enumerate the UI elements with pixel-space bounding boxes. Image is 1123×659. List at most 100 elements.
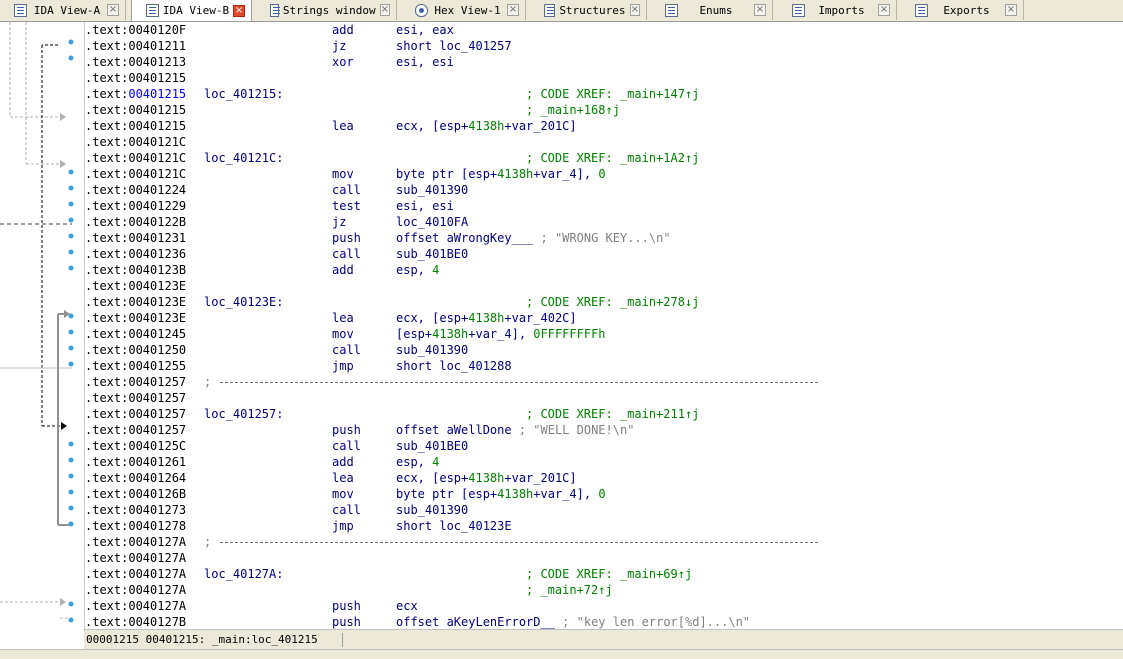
- operands[interactable]: ecx, [esp+4138h+var_201C]: [396, 118, 577, 134]
- operands[interactable]: byte ptr [esp+4138h+var_4], 0: [396, 486, 606, 502]
- listing-line[interactable]: .text:0040127A;: [85, 534, 818, 550]
- operands[interactable]: short loc_401288: [396, 358, 512, 374]
- close-icon[interactable]: ×: [107, 4, 119, 16]
- listing-line[interactable]: .text:00401245 mov [esp+4138h+var_4], 0FFF…: [85, 326, 606, 342]
- xref-comment[interactable]: ; CODE XREF: _main+69↑j: [526, 566, 692, 582]
- operands[interactable]: offset aWrongKey___ ; "WRONG KEY...\n": [396, 230, 671, 246]
- operands[interactable]: ecx, [esp+4138h+var_402C]: [396, 310, 577, 326]
- xref-comment[interactable]: ; CODE XREF: _main+1A2↑j: [526, 150, 699, 166]
- operands[interactable]: short loc_401257: [396, 38, 512, 54]
- listing-line[interactable]: .text:00401257 loc_401257: ; CODE XREF: _m…: [85, 406, 699, 422]
- code-label[interactable]: loc_401215:: [204, 86, 283, 102]
- listing-line[interactable]: .text:00401257;: [85, 374, 818, 390]
- tab-imports[interactable]: Imports ×: [778, 0, 897, 20]
- operands[interactable]: sub_401BE0: [396, 438, 468, 454]
- listing-line[interactable]: .text:00401211 jz short loc_401257: [85, 38, 512, 54]
- operands[interactable]: esp, 4: [396, 454, 439, 470]
- operands[interactable]: esi, eax: [396, 22, 454, 38]
- code-label[interactable]: loc_40127A:: [204, 566, 283, 582]
- operand-text: byte ptr [esp+: [396, 167, 498, 181]
- close-icon[interactable]: ×: [754, 4, 766, 16]
- operands[interactable]: ecx, [esp+4138h+var_201C]: [396, 470, 577, 486]
- operands[interactable]: esi, esi: [396, 198, 454, 214]
- listing-line[interactable]: .text:0040123E: [85, 278, 186, 294]
- listing-line[interactable]: .text:00401250 call sub_401390: [85, 342, 468, 358]
- address: .text:0040126B: [85, 487, 187, 501]
- listing-line[interactable]: .text:00401224 call sub_401390: [85, 182, 468, 198]
- operands[interactable]: sub_401BE0: [396, 246, 468, 262]
- code-label[interactable]: loc_401257:: [204, 406, 283, 422]
- operand-text: [esp+: [396, 327, 433, 341]
- close-icon[interactable]: ×: [878, 4, 890, 16]
- listing-line[interactable]: .text:00401215 loc_401215: ; CODE XREF: _m…: [85, 86, 699, 102]
- tab-ida-view-b[interactable]: IDA View-B ×: [131, 0, 252, 21]
- listing-line[interactable]: .text:0040123E loc_40123E: ; CODE XREF: _m…: [85, 294, 699, 310]
- listing-line[interactable]: .text:00401215: [85, 70, 186, 86]
- xref-comment[interactable]: ; CODE XREF: _main+211↑j: [526, 406, 699, 422]
- listing-line[interactable]: .text:00401278 jmp short loc_40123E: [85, 518, 512, 534]
- listing-line[interactable]: .text:0040123E lea ecx, [esp+4138h+var_402…: [85, 310, 577, 326]
- operands[interactable]: offset aWellDone ; "WELL DONE!\n": [396, 422, 634, 438]
- listing-line[interactable]: .text:0040127A loc_40127A: ; CODE XREF: _m…: [85, 566, 692, 582]
- listing-line[interactable]: .text:00401255 jmp short loc_401288: [85, 358, 512, 374]
- tab-label: IDA View-B: [162, 4, 230, 17]
- listing-line[interactable]: .text:0040121C: [85, 134, 186, 150]
- listing-line[interactable]: .text:00401213 xor esi, esi: [85, 54, 454, 70]
- xref-comment[interactable]: ; _main+168↑j: [526, 102, 620, 118]
- xref-comment[interactable]: ; CODE XREF: _main+147↑j: [526, 86, 699, 102]
- operands[interactable]: ecx: [396, 598, 418, 614]
- code-label[interactable]: loc_40121C:: [204, 150, 283, 166]
- close-icon[interactable]: ×: [233, 4, 245, 17]
- xref-comment[interactable]: ; _main+72↑j: [526, 582, 613, 598]
- listing-line[interactable]: .text:00401231 push offset aWrongKey___ ; …: [85, 230, 671, 246]
- tab-exports[interactable]: Exports ×: [901, 0, 1024, 20]
- listing-line[interactable]: .text:0040121C loc_40121C: ; CODE XREF: _m…: [85, 150, 699, 166]
- tab-structures[interactable]: Structures ×: [530, 0, 647, 20]
- disassembly-listing[interactable]: .text:0040120F add esi, eax .text:00401211 j…: [85, 22, 1123, 629]
- tab-strings-window[interactable]: Strings window ×: [256, 0, 397, 20]
- listing-line[interactable]: .text:00401236 call sub_401BE0: [85, 246, 468, 262]
- operands[interactable]: offset aKeyLenErrorD__ ; "key len error[…: [396, 614, 750, 629]
- operands[interactable]: loc_4010FA: [396, 214, 468, 230]
- listing-line[interactable]: .text:0040127A push ecx: [85, 598, 418, 614]
- operands[interactable]: esp, 4: [396, 262, 439, 278]
- listing-line[interactable]: .text:00401273 call sub_401390: [85, 502, 468, 518]
- listing-line[interactable]: .text:0040120F add esi, eax: [85, 22, 454, 38]
- operands[interactable]: byte ptr [esp+4138h+var_4], 0: [396, 166, 606, 182]
- operand-text: short loc_40123E: [396, 519, 512, 533]
- listing-line[interactable]: .text:0040126B mov byte ptr [esp+4138h+var…: [85, 486, 606, 502]
- listing-line[interactable]: .text:00401257 push offset aWellDone ; "WE…: [85, 422, 634, 438]
- close-icon[interactable]: ×: [1005, 4, 1017, 16]
- close-icon[interactable]: ×: [507, 4, 519, 16]
- listing-line[interactable]: .text:0040123B add esp, 4: [85, 262, 439, 278]
- close-icon[interactable]: ×: [379, 4, 390, 16]
- listing-line[interactable]: .text:00401215 ; _main+168↑j: [85, 102, 620, 118]
- address: .text:00401257: [85, 423, 187, 437]
- operands[interactable]: short loc_40123E: [396, 518, 512, 534]
- tab-hex-view-1[interactable]: Hex View-1 ×: [401, 0, 526, 20]
- tab-enums[interactable]: Enums ×: [651, 0, 773, 20]
- code-label[interactable]: loc_40123E:: [204, 294, 283, 310]
- listing-line[interactable]: .text:00401215 lea ecx, [esp+4138h+var_201…: [85, 118, 577, 134]
- operands[interactable]: esi, esi: [396, 54, 454, 70]
- listing-line[interactable]: .text:0040127A ; _main+72↑j: [85, 582, 613, 598]
- operands[interactable]: sub_401390: [396, 182, 468, 198]
- listing-line[interactable]: .text:00401229 test esi, esi: [85, 198, 454, 214]
- operands[interactable]: sub_401390: [396, 502, 468, 518]
- listing-line[interactable]: .text:0040125C call sub_401BE0: [85, 438, 468, 454]
- listing-line[interactable]: .text:0040122B jz loc_4010FA: [85, 214, 468, 230]
- operands[interactable]: sub_401390: [396, 342, 468, 358]
- xref-comment[interactable]: ; CODE XREF: _main+278↓j: [526, 294, 699, 310]
- listing-line[interactable]: .text:00401261 add esp, 4: [85, 454, 439, 470]
- listing-line[interactable]: .text:0040127A: [85, 550, 186, 566]
- listing-line[interactable]: .text:00401257: [85, 390, 186, 406]
- listing-line[interactable]: .text:00401264 lea ecx, [esp+4138h+var_201…: [85, 470, 577, 486]
- listing-line[interactable]: .text:0040121C mov byte ptr [esp+4138h+var…: [85, 166, 606, 182]
- tab-ida-view-a[interactable]: IDA View-A ×: [0, 0, 126, 20]
- operands[interactable]: [esp+4138h+var_4], 0FFFFFFFFh: [396, 326, 606, 342]
- listing-line[interactable]: .text:0040127B push offset aKeyLenErrorD__…: [85, 614, 750, 629]
- operand-number: 0: [598, 487, 606, 501]
- close-icon[interactable]: ×: [629, 4, 640, 16]
- address: .text:0040121C: [85, 151, 187, 165]
- mnemonic: add: [332, 455, 354, 469]
